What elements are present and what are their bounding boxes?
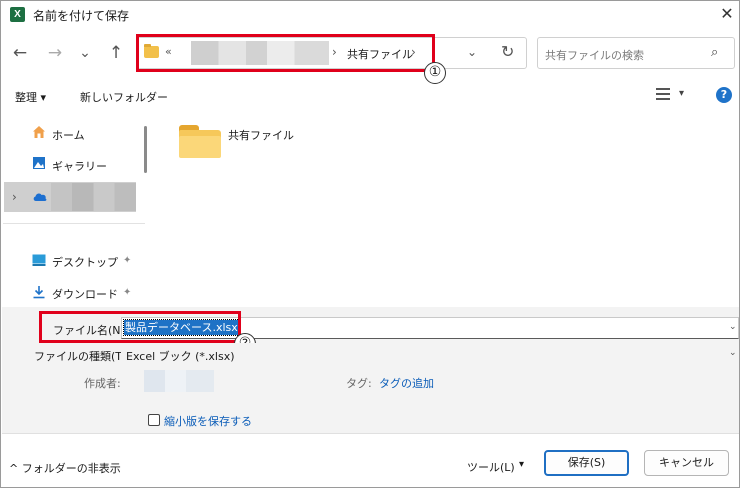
address-dropdown-icon[interactable]: ⌄: [467, 45, 477, 59]
close-icon[interactable]: ✕: [717, 4, 737, 24]
recent-locations-button[interactable]: ⌄: [74, 42, 96, 64]
sidebar-item-downloads[interactable]: ダウンロード: [52, 286, 118, 302]
annotation-box-2: [39, 311, 241, 343]
search-placeholder: 共有ファイルの検索: [545, 49, 644, 62]
folder-icon[interactable]: [179, 125, 221, 158]
organize-button[interactable]: 整理 ▾: [15, 89, 46, 105]
tag-label: タグ:: [346, 377, 372, 390]
footer-divider: [2, 433, 739, 434]
sidebar-item-gallery[interactable]: ギャラリー: [52, 158, 107, 174]
annotation-box-1: [136, 34, 435, 72]
help-icon[interactable]: ?: [716, 87, 732, 103]
forward-button[interactable]: →: [44, 42, 66, 64]
save-thumbnail-checkbox[interactable]: [148, 414, 160, 426]
tools-dropdown-icon[interactable]: ▾: [519, 459, 524, 470]
view-dropdown-icon[interactable]: ▾: [679, 88, 684, 99]
excel-app-icon: X: [10, 7, 25, 22]
sidebar-item-onedrive[interactable]: [51, 183, 136, 211]
sidebar-scrollbar[interactable]: [144, 126, 147, 173]
save-thumbnail-label[interactable]: 縮小版を保存する: [164, 413, 252, 429]
download-icon: [33, 286, 45, 299]
filetype-label: ファイルの種類(T):: [34, 350, 131, 363]
folder-item-label[interactable]: 共有ファイル: [228, 127, 294, 143]
filename-dropdown-icon[interactable]: ⌄: [729, 322, 737, 332]
sidebar-item-desktop[interactable]: デスクトップ: [52, 254, 118, 270]
cancel-button[interactable]: キャンセル: [644, 450, 729, 476]
filetype-value[interactable]: Excel ブック (*.xlsx): [126, 348, 235, 364]
save-button[interactable]: 保存(S): [544, 450, 629, 476]
home-icon: [33, 126, 45, 138]
up-button[interactable]: ↑: [105, 42, 127, 64]
pin-icon: ✦: [123, 255, 132, 266]
chevron-right-icon[interactable]: ›: [12, 190, 17, 204]
onedrive-cloud-icon: [33, 193, 47, 201]
tools-button[interactable]: ツール(L): [467, 459, 515, 475]
new-folder-button[interactable]: 新しいフォルダー: [80, 89, 168, 105]
back-button[interactable]: ←: [9, 42, 31, 64]
hide-folders-button[interactable]: ^ フォルダーの非表示: [9, 460, 121, 476]
window-title: 名前を付けて保存: [33, 9, 130, 23]
filetype-dropdown-icon[interactable]: ⌄: [729, 348, 737, 358]
save-as-dialog: X 名前を付けて保存 ✕ ← → ⌄ ↑ « › 共有ファイル › ① ⌄ ↻ …: [0, 0, 740, 488]
title-bar: X 名前を付けて保存 ✕: [1, 1, 739, 29]
add-tag-link[interactable]: タグの追加: [379, 375, 434, 391]
refresh-icon[interactable]: ↻: [501, 42, 514, 61]
search-icon[interactable]: ⌕: [711, 45, 718, 60]
view-options-icon[interactable]: [656, 87, 670, 101]
author-label: 作成者:: [84, 377, 121, 390]
gallery-icon: [33, 157, 45, 169]
pin-icon: ✦: [123, 287, 132, 298]
sidebar-divider: [3, 223, 145, 224]
author-value[interactable]: [144, 370, 214, 392]
desktop-icon: [32, 254, 46, 266]
annotation-badge-1: ①: [424, 62, 446, 84]
sidebar-item-home[interactable]: ホーム: [52, 127, 85, 143]
